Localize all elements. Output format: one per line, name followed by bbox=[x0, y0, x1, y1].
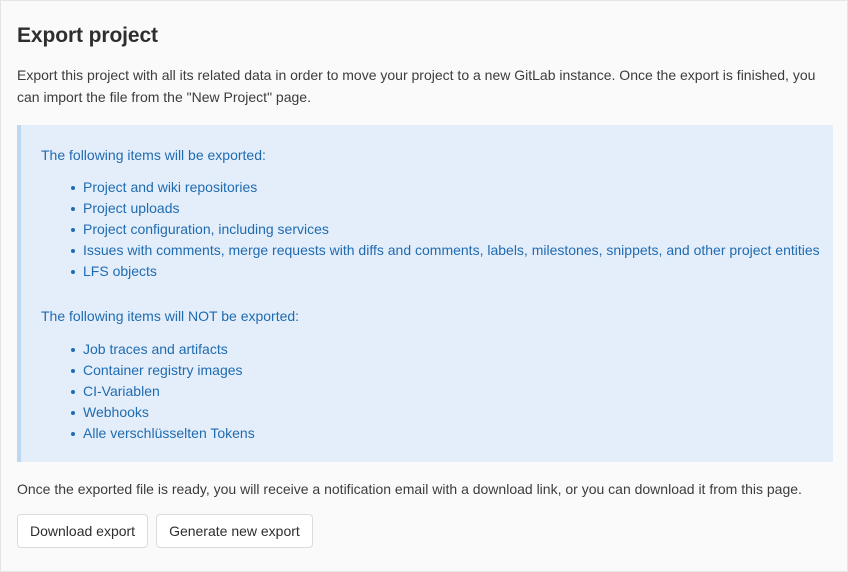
export-ready-note: Once the exported file is ready, you wil… bbox=[17, 481, 802, 497]
export-contents-info-box: The following items will be exported: Pr… bbox=[17, 125, 833, 462]
excluded-items-list: Job traces and artifacts Container regis… bbox=[41, 339, 817, 444]
intro-description: Export this project with all its related… bbox=[17, 67, 816, 105]
list-item: CI-Variablen bbox=[71, 381, 817, 402]
list-item: Project and wiki repositories bbox=[71, 177, 817, 198]
generate-new-export-button[interactable]: Generate new export bbox=[156, 514, 313, 548]
list-item: Container registry images bbox=[71, 360, 817, 381]
list-item: Alle verschlüsselten Tokens bbox=[71, 423, 817, 444]
list-item: Webhooks bbox=[71, 402, 817, 423]
export-project-card: Export project Export this project with … bbox=[0, 0, 848, 572]
list-item: Job traces and artifacts bbox=[71, 339, 817, 360]
list-item: LFS objects bbox=[71, 261, 817, 282]
included-items-list: Project and wiki repositories Project up… bbox=[41, 177, 820, 282]
list-item: Project configuration, including service… bbox=[71, 219, 817, 240]
action-button-row: Download export Generate new export bbox=[17, 514, 831, 548]
excluded-items-heading: The following items will NOT be exported… bbox=[41, 308, 300, 324]
list-item: Issues with comments, merge requests wit… bbox=[71, 240, 820, 261]
included-items-heading: The following items will be exported: bbox=[41, 147, 266, 163]
download-export-button[interactable]: Download export bbox=[17, 514, 149, 548]
page-title: Export project bbox=[17, 24, 158, 47]
list-item: Project uploads bbox=[71, 198, 817, 219]
